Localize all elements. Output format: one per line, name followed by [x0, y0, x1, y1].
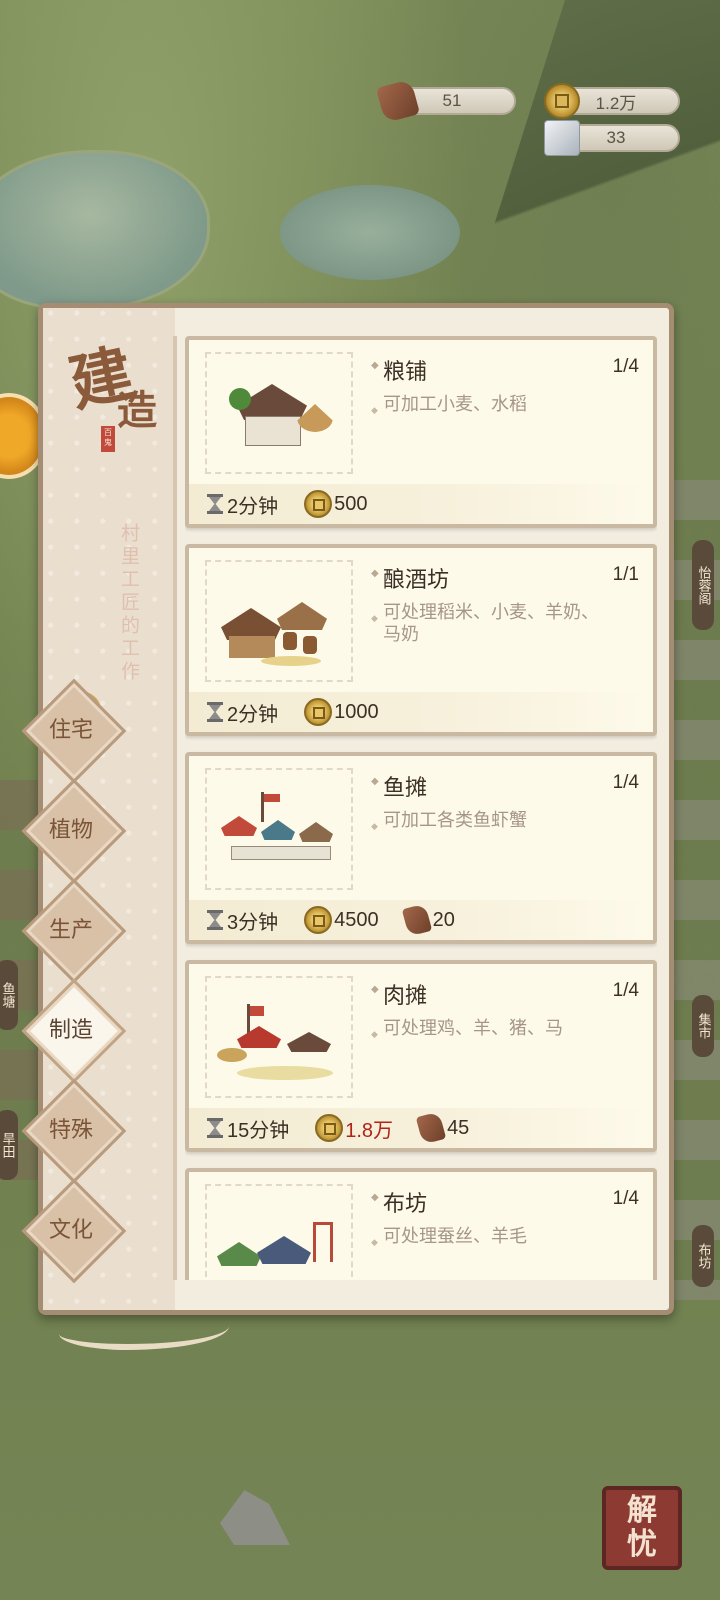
tab-culture[interactable]: 文化 [21, 1178, 121, 1278]
hourglass-icon [207, 702, 223, 722]
building-cost: 15分钟 1.8万 45 [189, 1108, 653, 1148]
coin-amount: 1.2万 [595, 93, 637, 113]
building-count: 1/1 [612, 564, 639, 585]
stone-counter[interactable]: 33 [544, 120, 680, 156]
tab-label: 文化 [48, 1218, 93, 1243]
building-name: 布坊 [371, 1186, 427, 1218]
coin-icon [304, 906, 333, 934]
building-cost: 2分钟 500 [189, 484, 653, 524]
build-title-char2: 造 [117, 387, 157, 434]
build-time: 2分钟 [227, 495, 279, 518]
building-desc: 可处理稻米、小麦、羊奶、马奶 [371, 602, 613, 646]
tab-label: 生产 [48, 918, 93, 943]
hourglass-icon [207, 494, 223, 514]
map-rock [220, 1490, 290, 1545]
building-cost: 3分钟 4500 20 [189, 900, 653, 940]
map-pond-small [280, 185, 460, 280]
stone-amount: 33 [606, 128, 626, 147]
jieyou-button[interactable]: 解 忧 [602, 1486, 682, 1570]
tab-manufacturing[interactable]: 制造 [21, 978, 121, 1078]
tab-label: 特殊 [48, 1118, 93, 1143]
build-title: 建 造 百鬼 [63, 328, 169, 452]
build-time: 15分钟 [227, 1119, 290, 1142]
wood-amount: 51 [442, 91, 462, 110]
coin-icon [315, 1114, 344, 1142]
building-list[interactable]: 粮铺 1/4 可加工小麦、水稻 2分钟 500 酿酒坊 1/1 [185, 336, 657, 1280]
building-image [205, 768, 353, 890]
map-label-dryfield[interactable]: 旱田 [0, 1110, 18, 1180]
tab-special[interactable]: 特殊 [21, 1078, 121, 1178]
building-count: 1/4 [612, 772, 639, 793]
building-image [205, 1184, 353, 1280]
building-desc: 可处理鸡、羊、猪、马 [371, 1018, 613, 1046]
stone-icon [544, 120, 580, 156]
building-cost: 2分钟 1000 [189, 692, 653, 732]
wood-counter[interactable]: 51 [375, 78, 516, 124]
building-card-brewery[interactable]: 酿酒坊 1/1 可处理稻米、小麦、羊奶、马奶 2分钟 1000 [185, 544, 657, 736]
coin-icon [304, 698, 333, 726]
building-name: 鱼摊 [371, 770, 427, 802]
coin-cost: 1000 [334, 700, 379, 723]
coin-counter[interactable]: 1.2万 [544, 83, 680, 119]
building-image [205, 560, 353, 682]
map-label-fishpond[interactable]: 鱼塘 [0, 960, 18, 1030]
building-count: 1/4 [612, 980, 639, 1001]
building-desc: 可加工各类鱼虾蟹 [371, 810, 613, 838]
coin-cost: 4500 [334, 908, 379, 931]
building-image [205, 352, 353, 474]
building-image [205, 976, 353, 1098]
building-count: 1/4 [612, 356, 639, 377]
map-label-cloth-shop[interactable]: 布坊 [692, 1225, 714, 1287]
building-card-granary[interactable]: 粮铺 1/4 可加工小麦、水稻 2分钟 500 [185, 336, 657, 528]
list-scroll-rail[interactable] [173, 336, 177, 1280]
hourglass-icon [207, 1118, 223, 1138]
panel-subtitle: 村里工匠的工作 [118, 523, 140, 684]
map-pond [0, 150, 210, 310]
build-time: 3分钟 [227, 911, 279, 934]
wood-cost: 45 [447, 1116, 470, 1139]
tab-label: 住宅 [48, 718, 93, 743]
hourglass-icon [207, 910, 223, 930]
jieyou-char1: 解 [627, 1493, 657, 1528]
building-name: 肉摊 [371, 978, 427, 1010]
tassel-ornament [59, 1310, 229, 1350]
jieyou-char2: 忧 [627, 1527, 657, 1562]
wood-icon [401, 903, 432, 937]
tab-label: 制造 [48, 1018, 93, 1043]
building-name: 酿酒坊 [371, 562, 449, 594]
build-panel: 建 造 百鬼 村里工匠的工作 住宅 植物 生产 制造 特殊 文化 ◆ 粮铺 1/… [38, 303, 674, 1350]
seal-stamp: 百鬼 [101, 426, 115, 452]
coin-cost: 500 [334, 492, 368, 515]
coin-icon [544, 83, 580, 119]
building-card-meat-stall[interactable]: 肉摊 1/4 可处理鸡、羊、猪、马 15分钟 1.8万 45 [185, 960, 657, 1152]
build-time: 2分钟 [227, 703, 279, 726]
tab-label: 植物 [48, 818, 93, 843]
wood-icon [375, 78, 421, 124]
building-card-cloth-shop[interactable]: 布坊 1/4 可处理蚕丝、羊毛 [185, 1168, 657, 1280]
building-name: 粮铺 [371, 354, 427, 386]
building-card-fish-stall[interactable]: 鱼摊 1/4 可加工各类鱼虾蟹 3分钟 4500 20 [185, 752, 657, 944]
building-desc: 可加工小麦、水稻 [371, 394, 613, 422]
tab-plants[interactable]: 植物 [21, 778, 121, 878]
wood-cost: 20 [432, 908, 455, 931]
building-desc: 可处理蚕丝、羊毛 [371, 1226, 613, 1254]
map-label-yirongge[interactable]: 怡蓉阁 [692, 540, 714, 630]
wood-icon [415, 1111, 447, 1145]
coin-icon [304, 490, 333, 518]
tab-production[interactable]: 生产 [21, 878, 121, 978]
coin-cost: 1.8万 [345, 1119, 394, 1142]
tab-housing[interactable]: 住宅 [21, 678, 121, 778]
building-count: 1/4 [612, 1188, 639, 1209]
map-label-market[interactable]: 集市 [692, 995, 714, 1057]
